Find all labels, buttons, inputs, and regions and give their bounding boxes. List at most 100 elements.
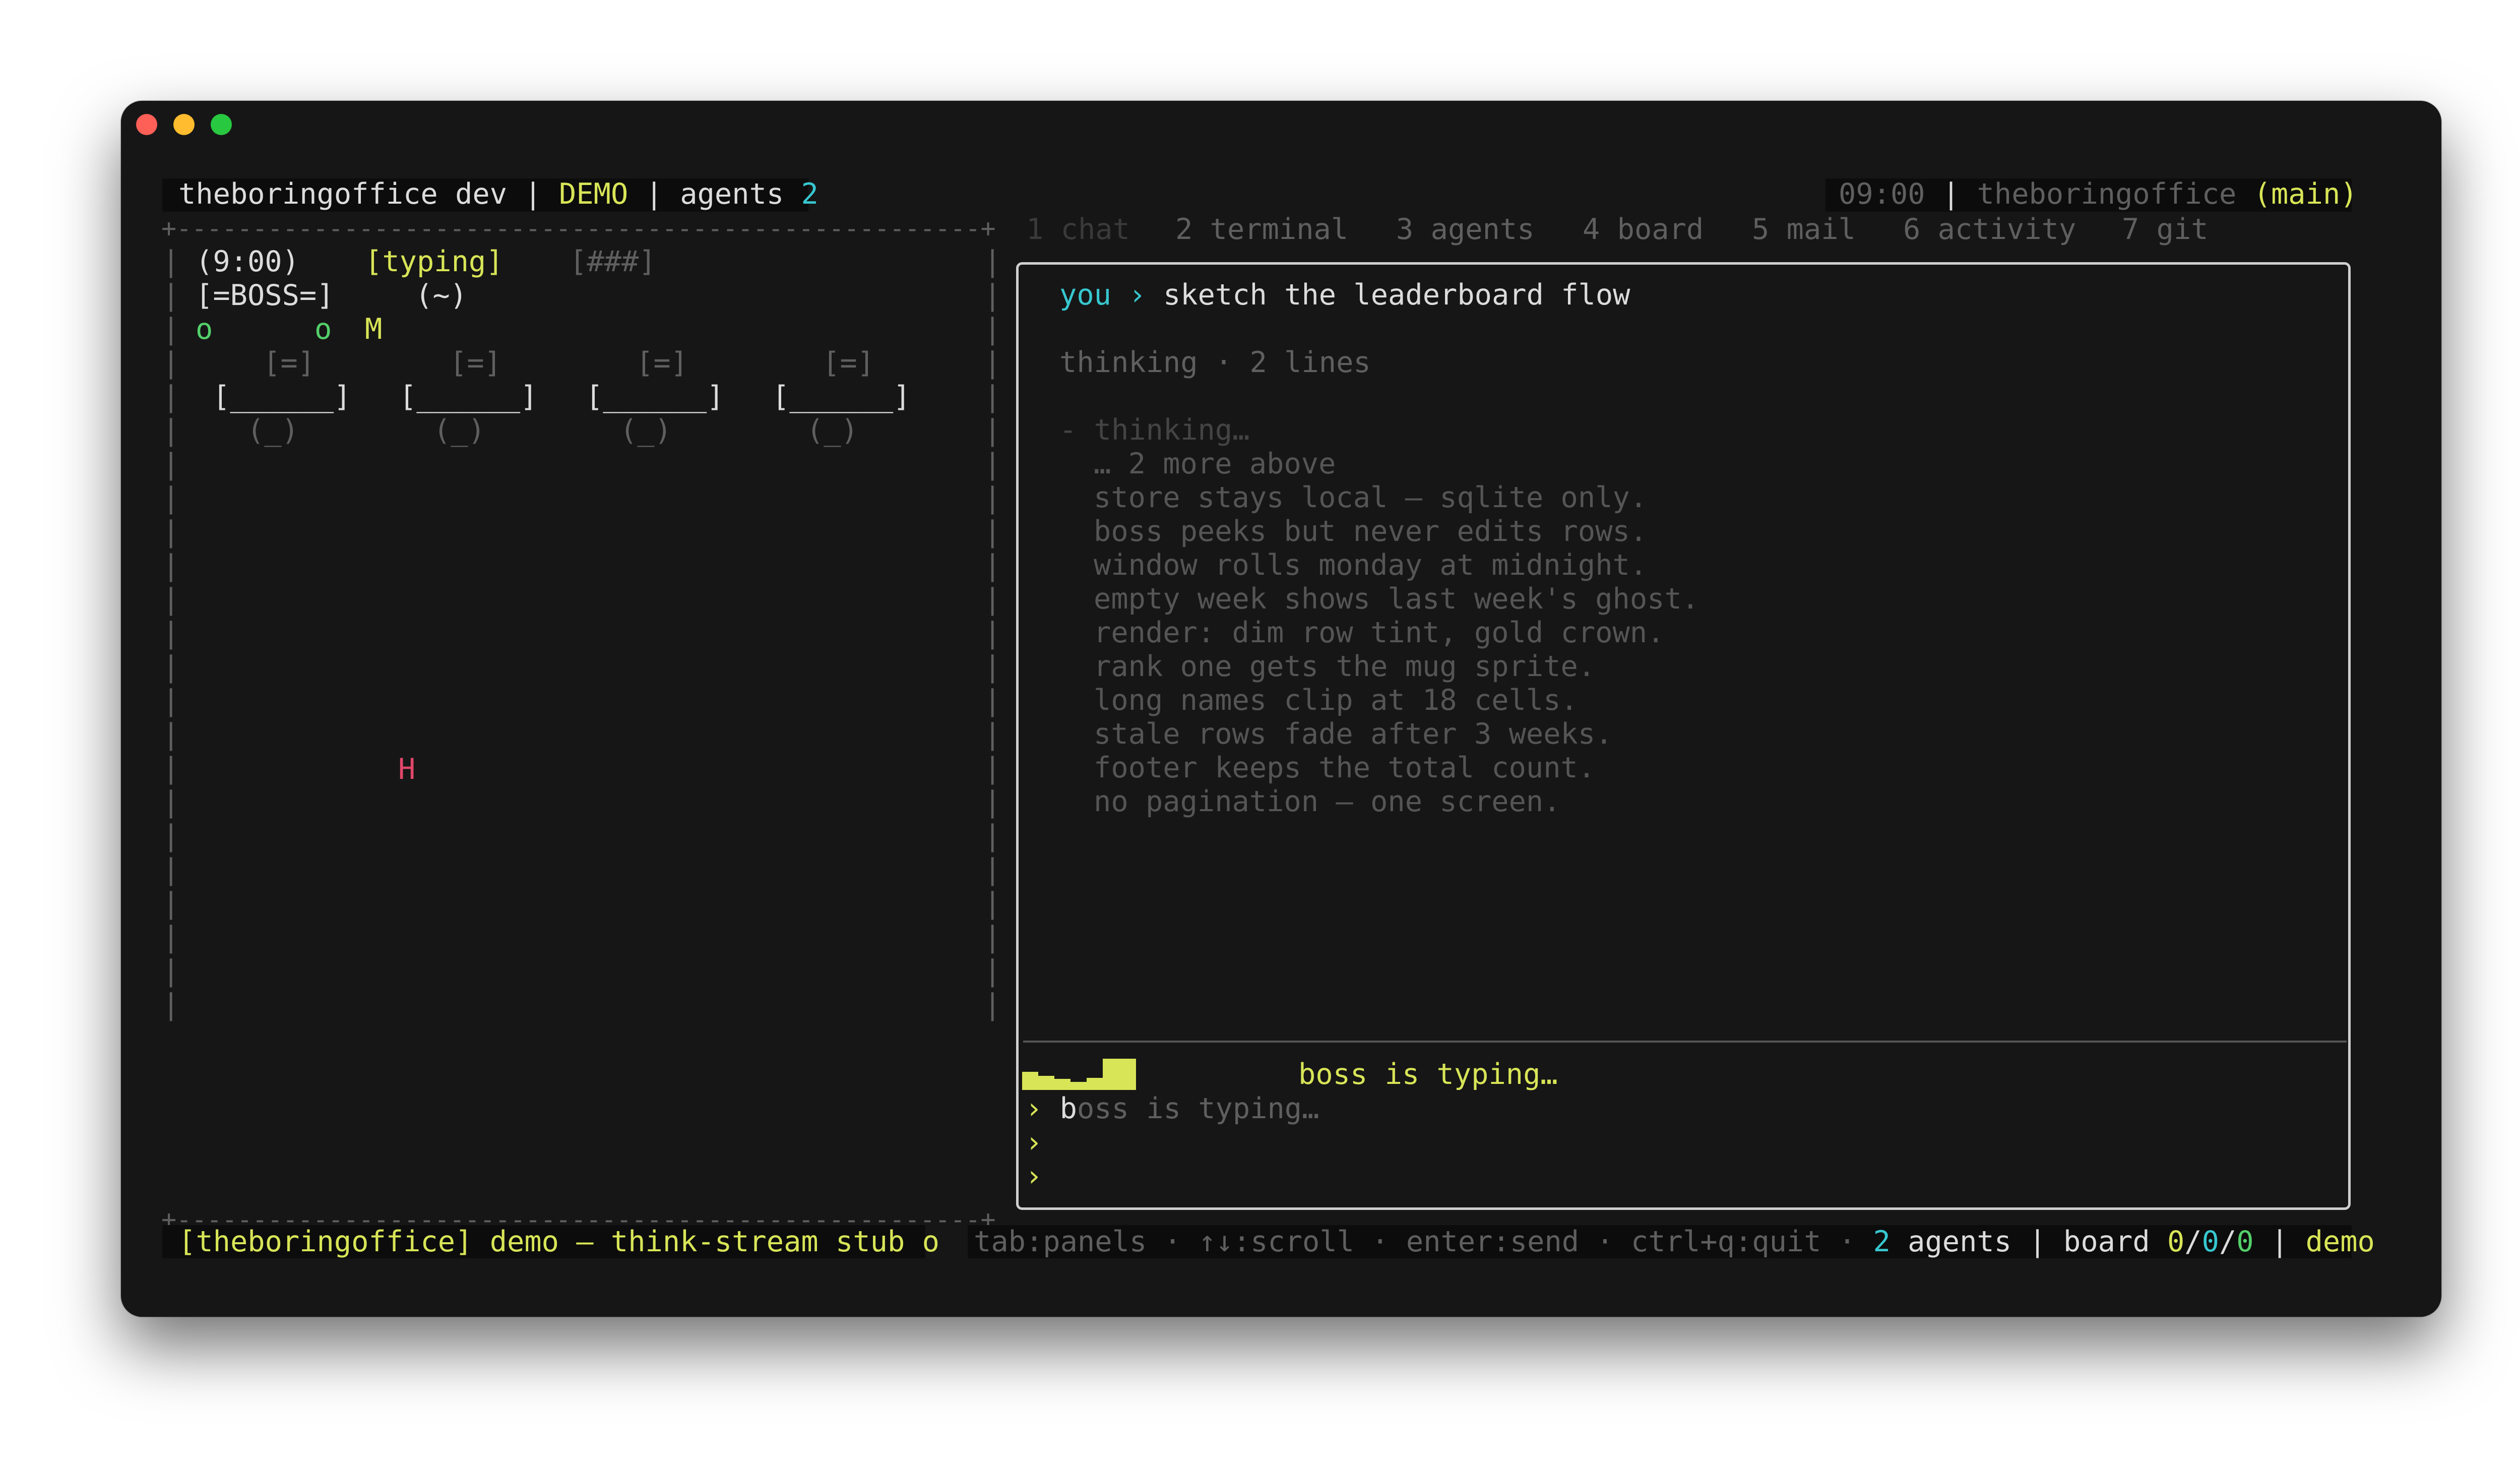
office-wall-segment: | [162, 853, 180, 886]
office-wall-segment: | [162, 650, 180, 684]
tab-chat[interactable]: 1 chat [1026, 213, 1130, 247]
office-wall-segment: | [984, 313, 1001, 346]
tab-board[interactable]: 4 board [1583, 213, 1704, 247]
env-label: demo [2305, 1225, 2375, 1258]
office-wall-segment: | [162, 921, 180, 954]
agent-sprite: o [196, 313, 213, 346]
typing-activity-bars [1022, 1059, 1136, 1090]
thinking-line: no pagination — one screen. [1094, 785, 1561, 818]
monitor: [=] [263, 346, 315, 380]
office-wall-segment: | [984, 988, 1001, 1021]
office-wall-segment: | [162, 313, 180, 346]
thinking-header[interactable]: - thinking… [1059, 413, 1250, 447]
input-prompt-empty: › [1025, 1126, 1043, 1159]
header-left: theboringoffice dev | DEMO | agents 2 [178, 177, 818, 211]
minimize-window-button[interactable] [173, 114, 195, 135]
thinking-line: boss peeks but never edits rows. [1094, 515, 1648, 548]
chat-input[interactable]: › boss is typing… [1025, 1092, 1319, 1126]
user-message-line: you › sketch the leaderboard flow [1059, 278, 1630, 312]
app-mode: dev [455, 177, 508, 211]
office-wall-segment: | [162, 346, 180, 380]
office-status: [typing] [365, 245, 503, 278]
desk: [______] [772, 380, 911, 413]
thinking-line: footer keeps the total count. [1094, 751, 1596, 784]
office-wall-segment: | [984, 515, 1001, 549]
office-wall-segment: | [984, 549, 1001, 582]
office-wall-segment: | [162, 617, 180, 650]
thinking-line: store stays local — sqlite only. [1094, 481, 1648, 514]
office-wall-segment: | [162, 448, 180, 481]
office-wall-segment: | [984, 954, 1001, 988]
board-count-c: 0 [2236, 1225, 2254, 1258]
user-message: sketch the leaderboard flow [1163, 278, 1630, 312]
board-count-b: 0 [2201, 1225, 2219, 1258]
desk: [______] [586, 380, 724, 413]
office-wall-segment: | [984, 414, 1001, 447]
office-wall-segment: | [162, 718, 180, 751]
tab-activity[interactable]: 6 activity [1903, 213, 2076, 247]
office-progress: [###] [570, 245, 656, 278]
office-wall-segment: | [162, 752, 180, 785]
desk: [______] [213, 380, 351, 413]
repo-name: theboringoffice [1977, 177, 2237, 211]
prompt-arrow: › [1128, 278, 1146, 312]
office-clock: (9:00) [196, 245, 299, 278]
footer-status: [theboringoffice] demo — think-stream st… [178, 1225, 939, 1258]
office-wall-segment: | [984, 380, 1001, 413]
thinking-line: … 2 more above [1094, 447, 1336, 480]
thinking-line: window rolls monday at midnight. [1094, 549, 1648, 582]
window-controls [136, 114, 232, 135]
office-wall-segment: | [984, 617, 1001, 650]
office-border-top: +---------------------------------------… [161, 214, 996, 243]
office-wall-segment: | [162, 684, 180, 717]
board-label: board [2063, 1225, 2150, 1258]
office-wall-segment: | [984, 785, 1001, 819]
office-wall-segment: | [162, 887, 180, 920]
zoom-window-button[interactable] [211, 114, 232, 135]
typing-status: boss is typing… [1298, 1058, 1558, 1091]
office-wall-segment: | [162, 414, 180, 447]
office-wall-segment: | [162, 515, 180, 549]
office-wall-segment: | [984, 684, 1001, 717]
tab-git[interactable]: 7 git [2122, 213, 2209, 247]
agent-sprite-h: H [398, 753, 416, 786]
terminal-window: theboringoffice dev | DEMO | agents 2 09… [121, 101, 2441, 1317]
monitor: [=] [823, 346, 874, 380]
agents-count: 2 [801, 177, 818, 211]
office-wall-segment: | [984, 583, 1001, 616]
app-name: theboringoffice [178, 177, 438, 211]
chair: (_) [806, 414, 858, 447]
input-cursor: b [1059, 1092, 1077, 1125]
thinking-summary[interactable]: thinking · 2 lines [1059, 346, 1371, 380]
office-wall-segment: | [984, 819, 1001, 853]
office-wall-segment: | [162, 988, 180, 1021]
thinking-line: stale rows fade after 3 weeks. [1094, 717, 1613, 751]
footer-hints: tab:panels · ↑↓:scroll · enter:send · ct… [974, 1225, 2375, 1258]
chair: (_) [433, 414, 485, 447]
office-wall-segment: | [984, 853, 1001, 886]
tab-mail[interactable]: 5 mail [1752, 213, 1856, 247]
tab-terminal[interactable]: 2 terminal [1175, 213, 1348, 247]
office-wall-segment: | [162, 819, 180, 853]
office-wall-segment: | [984, 346, 1001, 380]
monitor: [=] [450, 346, 501, 380]
thinking-line: long names clip at 18 cells. [1094, 684, 1578, 717]
monitor: [=] [636, 346, 688, 380]
desk: [______] [399, 380, 538, 413]
agent-sprite-m: M [365, 313, 383, 346]
office-wall-segment: | [984, 279, 1001, 312]
office-wall-segment: | [162, 785, 180, 819]
board-count-a: 0 [2167, 1225, 2185, 1258]
thinking-line: rank one gets the mug sprite. [1094, 650, 1596, 683]
close-window-button[interactable] [136, 114, 157, 135]
office-wall-segment: | [162, 279, 180, 312]
chair: (_) [620, 414, 672, 447]
office-wall-segment: | [984, 718, 1001, 751]
demo-badge: DEMO [559, 177, 628, 211]
git-branch: (main) [2253, 177, 2358, 211]
office-wall-segment: | [984, 448, 1001, 481]
tab-agents[interactable]: 3 agents [1396, 213, 1535, 247]
chair: (_) [247, 414, 299, 447]
footer-agents-count: 2 [1873, 1225, 1891, 1258]
office-wall-segment: | [984, 481, 1001, 515]
